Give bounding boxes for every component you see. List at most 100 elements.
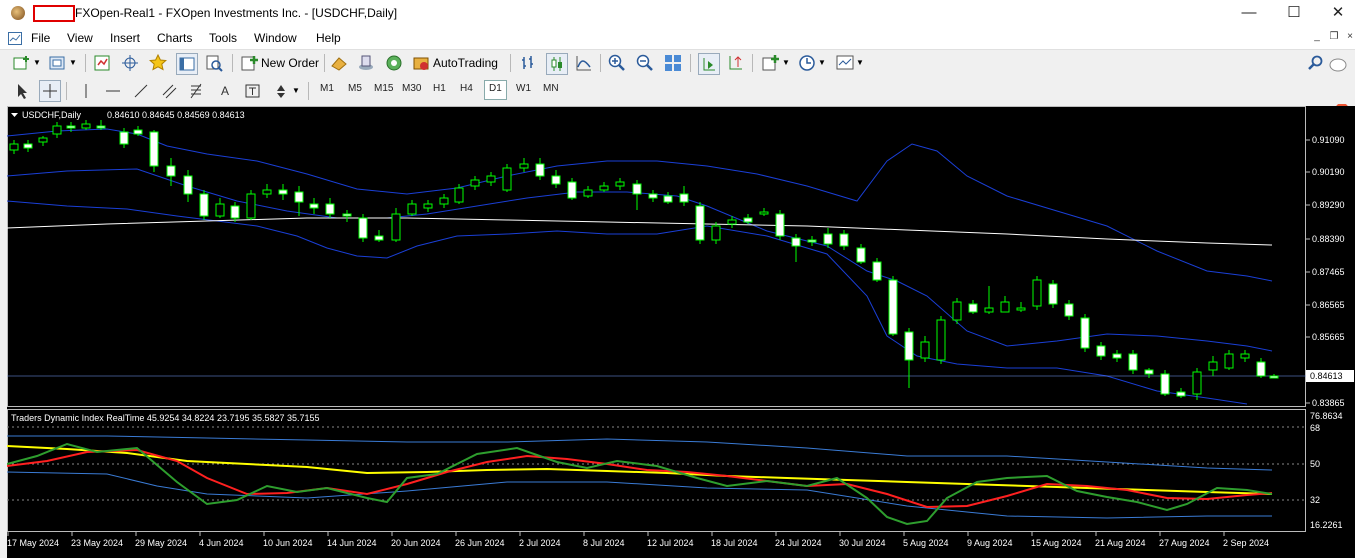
- timeframe-m15[interactable]: M15: [370, 80, 397, 98]
- zoom-in-icon[interactable]: [607, 53, 627, 73]
- date-label: 10 Jun 2024: [263, 538, 313, 548]
- menu-view[interactable]: View: [67, 31, 93, 45]
- menu-file[interactable]: File: [31, 31, 50, 45]
- candlesticks: [9, 120, 1279, 400]
- bull-candle-body: [952, 301, 962, 321]
- date-label: 5 Aug 2024: [903, 538, 949, 548]
- new-order-icon[interactable]: [240, 53, 260, 73]
- chevron-down-icon[interactable]: ▼: [782, 58, 790, 67]
- text-label-icon[interactable]: [243, 81, 263, 101]
- bar-chart-icon[interactable]: [518, 53, 538, 73]
- indicators-icon[interactable]: [761, 53, 781, 73]
- bear-candle-body: [166, 165, 176, 177]
- bull-candle-body: [1208, 361, 1218, 371]
- vertical-line-icon[interactable]: [76, 81, 96, 101]
- timeframe-d1[interactable]: D1: [484, 80, 507, 100]
- menu-tools[interactable]: Tools: [209, 31, 237, 45]
- crosshair-icon[interactable]: [120, 53, 140, 73]
- chart-window[interactable]: 0.91090 0.90190 0.89290 0.88390 0.87465 0.865…: [7, 106, 1355, 558]
- mdi-close-button[interactable]: ×: [1342, 30, 1355, 44]
- bull-candle-body: [246, 193, 256, 219]
- timeframe-m30[interactable]: M30: [398, 80, 425, 98]
- chat-icon[interactable]: [1328, 55, 1348, 75]
- new-order-button[interactable]: New Order: [261, 56, 319, 70]
- text-tool-icon[interactable]: A: [215, 81, 235, 101]
- close-button[interactable]: ✕: [1318, 2, 1355, 24]
- cursor-icon[interactable]: [12, 81, 32, 101]
- bear-candle-body: [374, 235, 384, 241]
- bear-candle-body: [119, 131, 129, 145]
- menu-insert[interactable]: Insert: [110, 31, 140, 45]
- line-chart-icon[interactable]: [574, 53, 594, 73]
- favorites-icon[interactable]: [148, 53, 168, 73]
- templates-icon[interactable]: [835, 53, 855, 73]
- maximize-button[interactable]: ☐: [1274, 2, 1314, 24]
- chart-canvas[interactable]: 0.91090 0.90190 0.89290 0.88390 0.87465 0.865…: [7, 106, 1355, 558]
- bear-candle-body: [183, 175, 193, 195]
- auto-trading-button[interactable]: AutoTrading: [433, 56, 498, 70]
- timeframe-m5[interactable]: M5: [344, 80, 366, 98]
- bear-candle-body: [807, 239, 817, 243]
- bear-candle-body: [679, 193, 689, 203]
- profiles-icon[interactable]: [48, 53, 68, 73]
- chevron-down-icon[interactable]: ▼: [856, 58, 864, 67]
- equidistant-channel-icon[interactable]: [159, 81, 179, 101]
- timeframe-w1[interactable]: W1: [512, 80, 535, 98]
- moving-average-line: [7, 217, 1273, 246]
- bull-candle-body: [583, 189, 593, 197]
- chevron-down-icon[interactable]: ▼: [292, 86, 300, 95]
- price-level-label: 0.85665: [1312, 332, 1345, 342]
- zoom-out-icon[interactable]: [635, 53, 655, 73]
- bear-candle-body: [1176, 391, 1186, 397]
- bull-candle-body: [9, 143, 19, 151]
- crosshair-tool-icon[interactable]: [39, 80, 61, 102]
- menu-help[interactable]: Help: [316, 31, 341, 45]
- chevron-down-icon[interactable]: ▼: [818, 58, 826, 67]
- minimize-button[interactable]: —: [1229, 2, 1269, 24]
- strategy-tester-icon[interactable]: [204, 53, 224, 73]
- app-icon: [11, 6, 25, 20]
- tile-windows-icon[interactable]: [663, 53, 683, 73]
- standard-toolbar: ▼ ▼ New Order AutoTrading ▼ ▼ ▼: [0, 50, 1355, 117]
- price-level-label: 0.83865: [1312, 398, 1345, 408]
- date-label: 21 Aug 2024: [1095, 538, 1146, 548]
- bear-candle-body: [1160, 373, 1170, 395]
- auto-scroll-icon[interactable]: [698, 53, 720, 75]
- new-chart-icon[interactable]: [12, 53, 32, 73]
- search-icon[interactable]: [1306, 53, 1326, 73]
- mdi-restore-button[interactable]: ❐: [1326, 30, 1342, 44]
- price-level-label: 0.88390: [1312, 234, 1345, 244]
- bear-candle-body: [1256, 361, 1266, 377]
- signals-icon[interactable]: [356, 53, 376, 73]
- bull-candle-body: [215, 203, 225, 217]
- market-watch-icon[interactable]: [93, 53, 113, 73]
- price-level-label: 0.89290: [1312, 200, 1345, 210]
- horizontal-line-icon[interactable]: [103, 81, 123, 101]
- bear-candle-body: [872, 261, 882, 281]
- candlestick-chart-icon[interactable]: [546, 53, 568, 75]
- menu-charts[interactable]: Charts: [157, 31, 192, 45]
- timeframe-m1[interactable]: M1: [316, 80, 338, 98]
- chevron-down-icon[interactable]: ▼: [69, 58, 77, 67]
- menu-window[interactable]: Window: [254, 31, 297, 45]
- date-label: 2 Jul 2024: [519, 538, 561, 548]
- separator: [308, 82, 309, 100]
- chevron-down-icon[interactable]: ▼: [33, 58, 41, 67]
- navigator-icon[interactable]: [176, 53, 198, 75]
- bear-candle-body: [342, 213, 352, 217]
- arrows-icon[interactable]: [271, 81, 291, 101]
- timeframe-h1[interactable]: H1: [429, 80, 450, 98]
- timeframe-h4[interactable]: H4: [456, 80, 477, 98]
- title-bar: FXOpen-Real1 - FXOpen Investments Inc. -…: [0, 0, 1355, 28]
- auto-trading-icon[interactable]: [411, 53, 431, 73]
- chart-shift-icon[interactable]: [726, 53, 746, 73]
- separator: [690, 54, 691, 72]
- trendline-icon[interactable]: [131, 81, 151, 101]
- fibonacci-icon[interactable]: [187, 81, 207, 101]
- mdi-minimize-button[interactable]: _: [1309, 30, 1325, 44]
- periods-clock-icon[interactable]: [797, 53, 817, 73]
- market-icon[interactable]: [384, 53, 404, 73]
- timeframe-mn[interactable]: MN: [539, 80, 563, 98]
- history-icon[interactable]: [329, 53, 349, 73]
- bear-candle-body: [66, 125, 76, 129]
